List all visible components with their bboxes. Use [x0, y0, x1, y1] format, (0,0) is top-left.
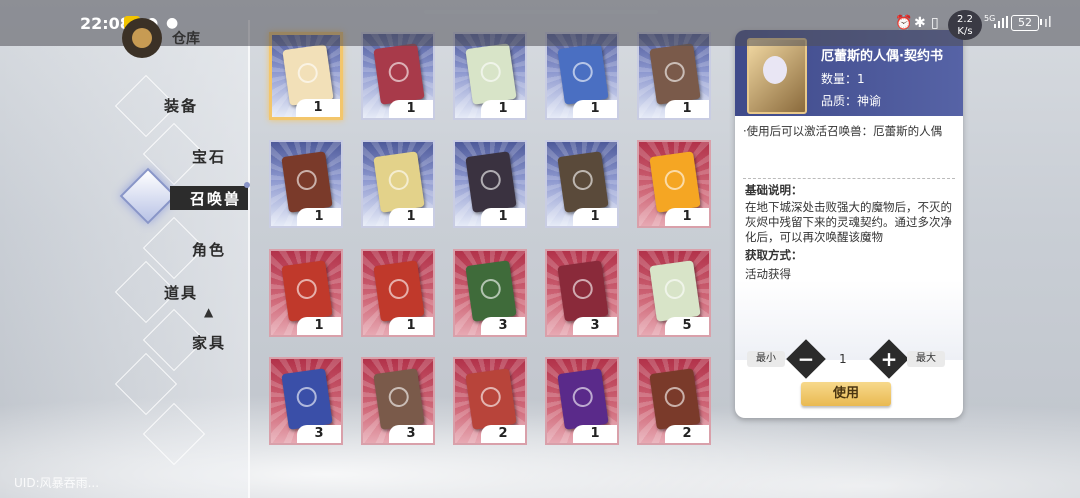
detail-quality: 品质：神谕 — [821, 94, 882, 108]
source-title: 获取方式： — [745, 248, 803, 262]
warehouse-icon — [122, 18, 162, 58]
basic-info-text: 在地下城深处击败强大的魔物后，不灭的灰烬中残留下来的灵魂契约。通过多次净化后，可… — [745, 200, 952, 244]
item-count: 3 — [573, 317, 617, 335]
item-count: 5 — [665, 317, 709, 335]
detail-item-name: 厄蕾斯的人偶·契约书 — [821, 49, 943, 64]
item-icon — [557, 151, 609, 213]
collapse-triangle-icon[interactable]: ▲ — [204, 305, 213, 319]
item-count: 2 — [481, 425, 525, 443]
minus-icon: − — [797, 347, 815, 371]
item-icon — [465, 43, 517, 105]
plus-icon: + — [880, 347, 898, 371]
item-icon — [281, 151, 333, 213]
item-count: 1 — [573, 425, 617, 443]
item-count: 1 — [297, 208, 341, 226]
item-count: 1 — [573, 208, 617, 226]
item-count: 1 — [389, 317, 433, 335]
inventory-slot[interactable]: 3 — [453, 249, 527, 337]
item-icon — [373, 151, 425, 213]
inventory-slot[interactable]: 1 — [361, 140, 435, 228]
nav-item-furniture[interactable]: 家具 — [192, 332, 226, 353]
item-count: 1 — [297, 317, 341, 335]
detail-quantity: 数量：1 — [821, 72, 865, 86]
alarm-icon: ⏰ — [895, 15, 913, 31]
net-speed-badge: 2.2 K/s — [948, 10, 982, 40]
decrease-button[interactable]: − — [786, 339, 826, 379]
item-count: 3 — [297, 425, 341, 443]
nav-item-gems[interactable]: 宝石 — [192, 146, 226, 167]
item-icon — [649, 151, 701, 213]
inventory-slot[interactable]: 3 — [545, 249, 619, 337]
basic-info-title: 基础说明： — [745, 183, 803, 197]
item-detail-panel: 厄蕾斯的人偶·契约书 数量：1 品质：神谕 ·使用后可以激活召唤兽：厄蕾斯的人偶… — [735, 30, 963, 418]
increase-button[interactable]: + — [869, 339, 909, 379]
nav-item-props[interactable]: 道具 — [164, 282, 198, 303]
item-icon — [281, 368, 333, 430]
drag-handle[interactable] — [424, 10, 658, 14]
item-icon — [649, 260, 701, 322]
item-count: 2 — [665, 425, 709, 443]
item-count: 3 — [389, 425, 433, 443]
item-icon — [373, 260, 425, 322]
item-count: 1 — [389, 208, 433, 226]
inventory-slot[interactable]: 1 — [637, 140, 711, 228]
item-icon — [465, 260, 517, 322]
inventory-slot[interactable]: 1 — [545, 357, 619, 445]
item-count: 1 — [481, 100, 525, 118]
item-icon — [557, 368, 609, 430]
signal-icon — [994, 16, 1008, 28]
use-button[interactable]: 使用 — [801, 382, 891, 406]
quantity-value: 1 — [839, 352, 847, 366]
item-icon — [557, 43, 609, 105]
item-count: 1 — [573, 100, 617, 118]
item-count: 1 — [481, 208, 525, 226]
inventory-slot[interactable]: 1 — [269, 249, 343, 337]
detail-divider — [743, 178, 955, 179]
status-bar: 22:08 ● ● ⏰ ✱ ▯ 2.2 K/s 5G 52 ıl — [0, 0, 1080, 46]
uid-label: UID:风暴吞雨... — [14, 476, 100, 490]
category-title: 仓库 — [172, 31, 200, 47]
signal-strength-icon: ıl — [1044, 15, 1052, 31]
divider-line — [248, 20, 250, 498]
battery-indicator: 52 — [1011, 15, 1039, 31]
item-count: 3 — [481, 317, 525, 335]
item-icon — [649, 368, 701, 430]
inventory-slot[interactable]: 1 — [453, 140, 527, 228]
detail-description: ·使用后可以激活召唤兽：厄蕾斯的人偶 — [743, 124, 943, 138]
item-icon — [465, 151, 517, 213]
max-quantity-button[interactable]: 最大 — [907, 351, 945, 367]
inventory-slot[interactable]: 3 — [361, 357, 435, 445]
inventory-slot[interactable]: 2 — [453, 357, 527, 445]
item-count: 1 — [389, 100, 433, 118]
inventory-slot[interactable]: 5 — [637, 249, 711, 337]
item-icon — [373, 368, 425, 430]
detail-decoration — [735, 280, 963, 360]
inventory-slot[interactable]: 1 — [545, 140, 619, 228]
item-icon — [373, 43, 425, 105]
item-count: 1 — [665, 208, 709, 226]
item-icon — [649, 43, 701, 105]
min-quantity-button[interactable]: 最小 — [747, 351, 785, 367]
battery-tip — [1040, 19, 1042, 25]
inventory-slot[interactable]: 1 — [361, 249, 435, 337]
detail-item-image — [747, 38, 807, 114]
nav-item-characters[interactable]: 角色 — [192, 239, 226, 260]
vibrate-icon: ▯ — [931, 15, 939, 31]
item-icon — [557, 260, 609, 322]
nav-active-dot — [244, 182, 250, 188]
item-icon — [282, 44, 334, 106]
nav-item-summons-label: 召唤兽 — [190, 190, 242, 208]
item-count: 1 — [665, 100, 709, 118]
bluetooth-icon: ✱ — [914, 15, 926, 31]
nav-item-equipment[interactable]: 装备 — [164, 95, 198, 116]
item-count: 1 — [296, 99, 340, 117]
inventory-slot[interactable]: 1 — [269, 140, 343, 228]
inventory-slot[interactable]: 2 — [637, 357, 711, 445]
net-speed-text: 2.2 K/s — [957, 14, 973, 37]
item-icon — [281, 260, 333, 322]
item-icon — [465, 368, 517, 430]
inventory-slot[interactable]: 3 — [269, 357, 343, 445]
